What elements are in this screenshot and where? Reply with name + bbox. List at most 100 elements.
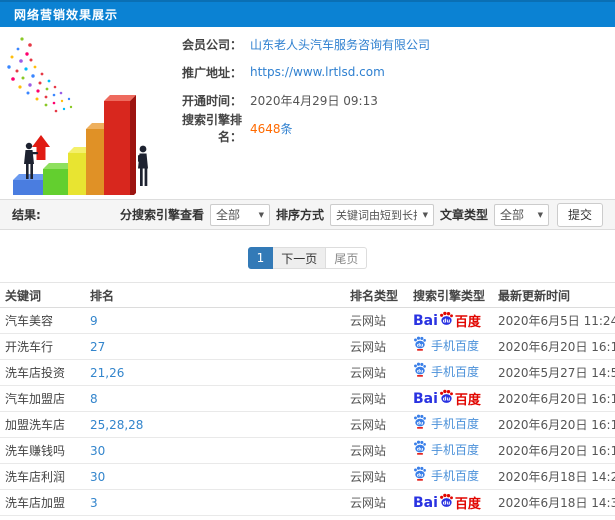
svg-text:du: du bbox=[417, 472, 424, 478]
mobile-baidu-paw-icon: du bbox=[414, 466, 426, 481]
mobile-baidu-badge: du 手机百度 bbox=[413, 440, 479, 458]
rank-cell: 30 bbox=[85, 463, 345, 490]
engine-type-cell: Bai du 百度 du bbox=[408, 463, 493, 490]
rank-type-cell: 云网站 bbox=[345, 385, 408, 412]
baidu-paw-icon: du bbox=[439, 311, 453, 325]
keyword-cell: 汽车加盟店 bbox=[0, 385, 85, 412]
svg-text:du: du bbox=[443, 396, 451, 402]
keyword-cell: 汽车美容 bbox=[0, 307, 85, 334]
rank-type-cell: 云网站 bbox=[345, 489, 408, 516]
bar-chart-clipart bbox=[7, 37, 148, 195]
engine-select-value: 全部 bbox=[215, 208, 240, 222]
chevron-down-icon: ▼ bbox=[422, 210, 428, 219]
field-url: 推广地址： https://www.lrtlsd.com bbox=[160, 58, 430, 86]
title-bar: 网络营销效果展示 bbox=[0, 0, 615, 27]
url-value-link[interactable]: https://www.lrtlsd.com bbox=[250, 65, 385, 79]
table-header-row: 关键词 排名 排名类型 搜索引擎类型 最新更新时间 bbox=[0, 282, 615, 308]
keyword-cell: 洗车店加盟 bbox=[0, 489, 85, 516]
svg-text:du: du bbox=[443, 500, 451, 506]
field-company: 会员公司： 山东老人头汽车服务咨询有限公司 bbox=[160, 30, 430, 58]
engine-type-cell: Bai du 百度 du bbox=[408, 385, 493, 412]
updated-cell: 2020年6月20日 16:12 bbox=[493, 437, 615, 464]
mobile-baidu-badge: du 手机百度 bbox=[413, 336, 479, 354]
rank-type-cell: 云网站 bbox=[345, 359, 408, 386]
mobile-baidu-paw-icon: du bbox=[414, 336, 426, 351]
keyword-cell: 洗车店投资 bbox=[0, 359, 85, 386]
engine-type-cell: Bai du 百度 du bbox=[408, 359, 493, 386]
header-rank: 排名 bbox=[85, 282, 345, 308]
baidu-logo: Bai du 百度 bbox=[413, 389, 481, 408]
sort-select[interactable]: 关键词由短到长排序 ▼ bbox=[329, 203, 434, 226]
updated-cell: 2020年6月18日 14:27 bbox=[493, 463, 615, 490]
svg-text:du: du bbox=[417, 368, 424, 374]
results-table: 关键词 排名 排名类型 搜索引擎类型 最新更新时间 汽车美容 9 云网站 Bai… bbox=[0, 282, 615, 516]
table-row: 开洗车行 27 云网站 Bai du 百度 bbox=[0, 333, 615, 360]
engine-type-cell: Bai du 百度 du bbox=[408, 437, 493, 464]
rank-count-label: 搜索引擎排名： bbox=[181, 113, 242, 144]
page-button-last[interactable]: 尾页 bbox=[326, 247, 368, 269]
rank-cell: 21,26 bbox=[85, 359, 345, 386]
updated-cell: 2020年5月27日 14:58 bbox=[493, 359, 615, 386]
pagination: 1 下一页 尾页 bbox=[0, 247, 615, 269]
mobile-baidu-paw-icon: du bbox=[414, 362, 426, 377]
svg-text:du: du bbox=[417, 342, 424, 348]
engine-type-cell: Bai du 百度 du bbox=[408, 333, 493, 360]
filter-bar: 结果: 分搜索引擎查看 全部 ▼ 排序方式 关键词由短到长排序 ▼ 文章类型 全… bbox=[0, 199, 615, 230]
company-value-link[interactable]: 山东老人头汽车服务咨询有限公司 bbox=[250, 36, 430, 53]
mobile-baidu-badge: du 手机百度 bbox=[413, 362, 479, 380]
rank-type-cell: 云网站 bbox=[345, 411, 408, 438]
engine-type-cell: Bai du 百度 du bbox=[408, 307, 493, 334]
field-rank-count: 搜索引擎排名： 4648条 bbox=[160, 113, 430, 144]
svg-text:du: du bbox=[443, 318, 451, 324]
table-body: 汽车美容 9 云网站 Bai du 百度 2020年6月5日 11:24 开洗车… bbox=[0, 307, 615, 516]
result-label: 结果: bbox=[12, 208, 41, 222]
rank-cell: 9 bbox=[85, 307, 345, 334]
svg-text:du: du bbox=[417, 446, 424, 452]
article-type-select[interactable]: 全部 ▼ bbox=[493, 203, 549, 226]
rank-count-number: 4648 bbox=[250, 121, 281, 136]
rank-cell: 27 bbox=[85, 333, 345, 360]
bar-red bbox=[104, 95, 136, 195]
rank-cell: 3 bbox=[85, 489, 345, 516]
updated-cell: 2020年6月18日 14:30 bbox=[493, 489, 615, 516]
article-type-select-value: 全部 bbox=[499, 208, 524, 222]
businessman-left bbox=[24, 142, 38, 179]
page-button-next[interactable]: 下一页 bbox=[273, 247, 327, 269]
field-open-time: 开通时间： 2020年4月29日 09:13 bbox=[160, 86, 430, 114]
updated-cell: 2020年6月20日 16:16 bbox=[493, 333, 615, 360]
baidu-paw-icon: du bbox=[439, 389, 453, 403]
open-time-label: 开通时间： bbox=[181, 93, 242, 108]
mobile-baidu-badge: du 手机百度 bbox=[413, 414, 479, 432]
company-label: 会员公司： bbox=[181, 37, 242, 52]
baidu-logo: Bai du 百度 bbox=[413, 311, 481, 330]
table-row: 加盟洗车店 25,28,28 云网站 Bai du 百度 bbox=[0, 411, 615, 438]
keyword-cell: 开洗车行 bbox=[0, 333, 85, 360]
chevron-down-icon: ▼ bbox=[537, 210, 543, 219]
submit-button[interactable]: 提交 bbox=[556, 202, 603, 227]
engine-type-cell: Bai du 百度 du bbox=[408, 489, 493, 516]
filter-controls: 分搜索引擎查看 全部 ▼ 排序方式 关键词由短到长排序 ▼ 文章类型 全部 ▼ … bbox=[120, 202, 603, 227]
sort-filter-label: 排序方式 bbox=[275, 208, 324, 222]
keyword-cell: 洗车赚钱吗 bbox=[0, 437, 85, 464]
page-button-current[interactable]: 1 bbox=[247, 247, 274, 269]
url-label: 推广地址： bbox=[181, 65, 242, 80]
engine-type-cell: Bai du 百度 du bbox=[408, 411, 493, 438]
engine-select[interactable]: 全部 ▼ bbox=[209, 203, 270, 226]
up-arrow bbox=[32, 135, 50, 160]
updated-cell: 2020年6月5日 11:24 bbox=[493, 307, 615, 334]
page-title: 网络营销效果展示 bbox=[14, 8, 119, 22]
updated-cell: 2020年6月20日 16:12 bbox=[493, 385, 615, 412]
member-info: 会员公司： 山东老人头汽车服务咨询有限公司 推广地址： https://www.… bbox=[160, 27, 430, 197]
table-row: 洗车店投资 21,26 云网站 Bai du 百度 bbox=[0, 359, 615, 386]
chevron-down-icon: ▼ bbox=[258, 210, 264, 219]
table-row: 洗车店加盟 3 云网站 Bai du 百度 2020年6月18日 14:30 bbox=[0, 489, 615, 516]
svg-text:du: du bbox=[417, 420, 424, 426]
table-row: 洗车赚钱吗 30 云网站 Bai du 百度 bbox=[0, 437, 615, 464]
rank-type-cell: 云网站 bbox=[345, 333, 408, 360]
mobile-baidu-paw-icon: du bbox=[414, 414, 426, 429]
header-keyword: 关键词 bbox=[0, 282, 85, 308]
rank-type-cell: 云网站 bbox=[345, 463, 408, 490]
rank-cell: 25,28,28 bbox=[85, 411, 345, 438]
keyword-cell: 加盟洗车店 bbox=[0, 411, 85, 438]
mobile-baidu-paw-icon: du bbox=[414, 440, 426, 455]
